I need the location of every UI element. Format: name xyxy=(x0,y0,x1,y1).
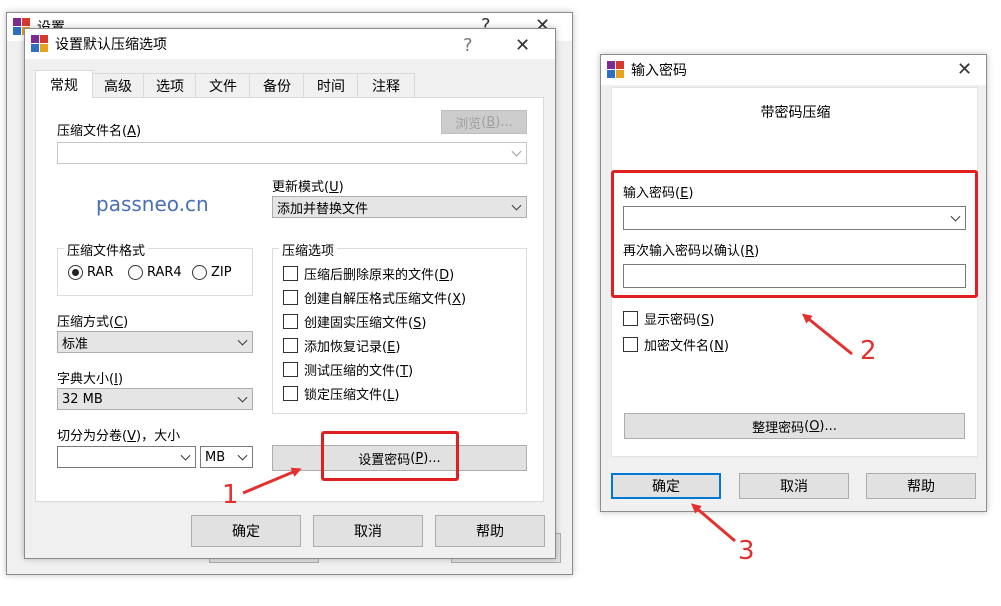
annotation-step1: 1 xyxy=(222,480,239,510)
annotation-arrows xyxy=(242,313,853,543)
annotation-step3: 3 xyxy=(738,536,755,566)
arrow-step3 xyxy=(690,503,736,543)
arrow-step2 xyxy=(801,313,853,356)
tab-general[interactable]: 常规 xyxy=(35,70,93,98)
arrow-step1 xyxy=(242,467,302,495)
annotation-step2: 2 xyxy=(860,336,877,366)
